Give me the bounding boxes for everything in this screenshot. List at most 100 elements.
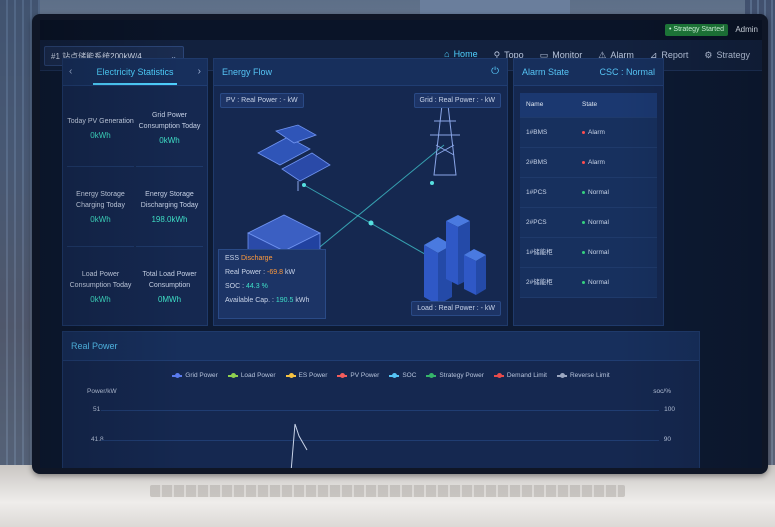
ess-cap-unit: kWh — [293, 297, 310, 304]
ess-cap-value: 190.5 — [275, 297, 294, 304]
alarm-dot-icon — [582, 160, 585, 164]
table-row[interactable]: 2#BMS Alarm — [520, 148, 657, 178]
real-power-plot — [290, 423, 308, 468]
normal-dot-icon — [582, 220, 585, 224]
stat-value: 0kWh — [90, 215, 111, 225]
stats-grid: Today PV Generation 0kWh Grid Power Consu… — [63, 86, 207, 330]
csc-status: CSC : Normal — [599, 67, 655, 77]
background-skyline — [420, 0, 570, 14]
stat-label: Grid Power Consumption Today — [138, 112, 201, 131]
row-name: 2#PCS — [526, 219, 547, 226]
stat-value: 198.0kWh — [151, 215, 188, 225]
row-state-text: Normal — [588, 279, 609, 286]
ess-soc-value: 44.3 % — [246, 283, 268, 290]
row-state: Normal — [582, 208, 657, 237]
ess-prefix: ESS — [225, 255, 241, 262]
stat-total-load: Total Load Power Consumption 0MWh — [136, 249, 203, 326]
table-row[interactable]: 2#PCS Normal — [520, 208, 657, 238]
row-state-text: Alarm — [588, 159, 605, 166]
stat-label: Energy Storage Discharging Today — [140, 191, 199, 210]
row-state-text: Alarm — [588, 129, 605, 136]
electricity-statistics-title: Electricity Statistics — [96, 67, 174, 77]
stat-label: Today PV Generation — [67, 117, 134, 125]
normal-dot-icon — [582, 280, 585, 284]
row-name: 2#BMS — [526, 159, 548, 166]
ess-real-power-value: -69.8 — [267, 269, 283, 276]
stat-label: Energy Storage Charging Today — [76, 191, 125, 210]
stat-es-discharging: Energy Storage Discharging Today 198.0kWh — [136, 169, 203, 247]
row-state-text: Normal — [588, 249, 609, 256]
row-state-text: Normal — [588, 189, 609, 196]
energy-flow-panel: Energy Flow ⏻ PV: Real Power: - kW Gri… — [213, 58, 508, 326]
stat-today-pv: Today PV Generation 0kWh — [67, 90, 134, 168]
energy-flow-title: Energy Flow — [222, 67, 273, 77]
building-load-icon — [424, 215, 486, 305]
power-icon[interactable]: ⏻ — [491, 59, 499, 85]
ess-status: Discharge — [240, 255, 273, 262]
electricity-statistics-panel: ‹ Electricity Statistics › Today PV Gene… — [62, 58, 208, 326]
column-state: State — [582, 101, 598, 108]
ess-info-box: ESS Discharge Real Power : -69.8 kW SOC … — [218, 249, 326, 319]
stat-grid-consumption: Grid Power Consumption Today 0kWh — [136, 90, 203, 168]
chevron-right-icon[interactable]: › — [198, 59, 201, 85]
alarm-dot-icon — [582, 130, 585, 134]
user-name[interactable]: Admin — [735, 24, 758, 36]
row-state: Alarm — [582, 118, 657, 147]
gear-icon: ⚙ — [704, 49, 713, 60]
row-state: Normal — [582, 178, 657, 207]
stat-value: 0kWh — [159, 136, 180, 146]
row-name: 1#BMS — [526, 129, 548, 136]
ess-real-power-unit: kW — [283, 269, 296, 276]
ess-cap-label: Available Cap. : — [225, 297, 276, 304]
laptop-base — [0, 465, 775, 527]
ess-cap-line: Available Cap. : 190.5 kWh — [225, 294, 319, 308]
chevron-left-icon[interactable]: ‹ — [69, 59, 72, 85]
row-state: Alarm — [582, 148, 657, 177]
alarm-state-title: Alarm State — [522, 67, 570, 77]
table-row[interactable]: 1#PCS Normal — [520, 178, 657, 208]
electricity-statistics-header: ‹ Electricity Statistics › — [63, 59, 207, 86]
row-name: 1#PCS — [526, 189, 547, 196]
stat-es-charging: Energy Storage Charging Today 0kWh — [67, 169, 134, 247]
ess-soc-line: SOC : 44.3 % — [225, 280, 319, 294]
stat-value: 0kWh — [90, 130, 111, 140]
energy-flow-diagram: PV : Real Power : - kW Grid : Real Power… — [214, 85, 507, 325]
app-screen: • Strategy Started Admin #1 站点储能系统200kW/… — [40, 20, 762, 468]
active-tab-indicator — [93, 83, 177, 85]
table-row[interactable]: 2#储能柜 Normal — [520, 268, 657, 298]
nav-report-label: Report — [661, 50, 689, 60]
ess-status-line: ESS Discharge — [225, 252, 319, 266]
solar-panel-icon — [257, 124, 331, 191]
stat-label: Load Power Consumption Today — [69, 270, 132, 289]
strategy-status-badge: • Strategy Started — [665, 24, 728, 36]
ess-real-power-line: Real Power : -69.8 kW — [225, 266, 319, 280]
row-state-text: Normal — [588, 219, 609, 226]
stat-load-consumption: Load Power Consumption Today 0kWh — [67, 249, 134, 326]
top-strip: • Strategy Started Admin — [40, 20, 762, 40]
ess-real-power-label: Real Power : — [225, 269, 268, 276]
alarm-state-panel: Alarm State CSC : Normal Name State 1#BM… — [513, 58, 664, 326]
alarm-state-header: Alarm State CSC : Normal — [514, 59, 663, 86]
row-state: Normal — [582, 238, 657, 267]
grid-power-tag: Grid : Real Power : - kW — [413, 93, 501, 108]
ess-soc-label: SOC : — [225, 283, 247, 290]
pv-power-tag: PV : Real Power : - kW — [220, 93, 304, 108]
alarm-table-header: Name State — [520, 93, 657, 118]
load-power-tag: Load : Real Power : - kW — [411, 301, 501, 316]
grid-tower-icon — [430, 104, 460, 176]
row-state: Normal — [582, 268, 657, 297]
energy-flow-header: Energy Flow ⏻ — [214, 59, 507, 86]
stat-value: 0MWh — [157, 294, 182, 304]
keyboard — [150, 485, 625, 497]
row-name: 2#储能柜 — [526, 279, 553, 286]
nav-strategy[interactable]: ⚙ Strategy — [696, 40, 758, 70]
real-power-panel: Real Power Grid Power Load Power ES Powe… — [62, 331, 700, 468]
normal-dot-icon — [582, 250, 585, 254]
row-name: 1#储能柜 — [526, 249, 553, 256]
nav-strategy-label: Strategy — [716, 50, 750, 60]
column-name: Name — [526, 101, 544, 108]
stat-value: 0kWh — [90, 294, 111, 304]
table-row[interactable]: 1#储能柜 Normal — [520, 238, 657, 268]
table-row[interactable]: 1#BMS Alarm — [520, 118, 657, 148]
stat-label: Total Load Power Consumption — [142, 270, 197, 289]
